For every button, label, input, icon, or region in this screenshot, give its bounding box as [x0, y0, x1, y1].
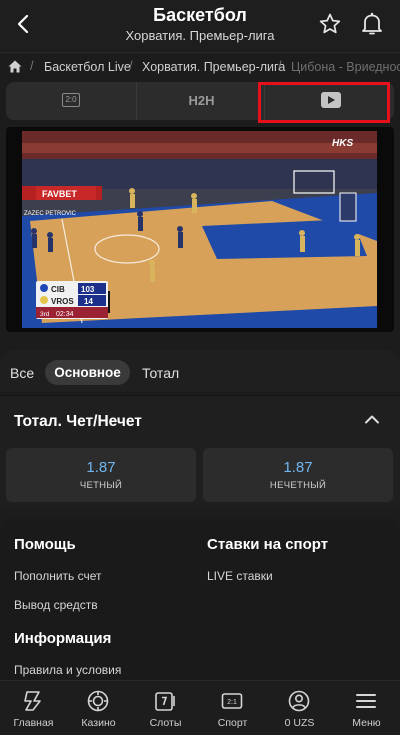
filter-total[interactable]: Тотал	[142, 365, 179, 381]
breadcrumb: / Баскетбол Live / Хорватия. Премьер-лиг…	[0, 52, 400, 80]
nav-casino[interactable]: Казино	[65, 681, 132, 735]
breadcrumb-separator: /	[30, 58, 34, 73]
nav-label: 0 UZS	[284, 717, 315, 729]
period: 3rd	[40, 311, 50, 318]
market-filter: Все Основное Тотал	[0, 350, 400, 392]
scoreboard-icon: 2:0	[62, 93, 80, 107]
breadcrumb-item[interactable]: Хорватия. Премьер-лига	[142, 60, 285, 74]
bet-even-button[interactable]: 1.87 ЧЕТНЫЙ	[6, 448, 196, 502]
account-icon	[288, 690, 310, 712]
favorite-star-icon[interactable]	[318, 12, 342, 36]
casino-chip-icon	[87, 690, 109, 712]
nav-label: Слоты	[149, 717, 182, 729]
bet-odd-value: 1.87	[86, 459, 116, 476]
footer-link-rules[interactable]: Правила и условия	[14, 663, 121, 677]
basketball-court-frame: FAVBET ZAZEC PETROVIC HKS CIB VROS 103 1…	[22, 131, 377, 328]
bet-label: ЧЕТНЫЙ	[79, 480, 123, 491]
footer-link-withdraw[interactable]: Вывод средств	[14, 598, 98, 612]
footer-sports-title: Ставки на спорт	[207, 536, 329, 553]
home-icon	[24, 691, 41, 711]
tab-h2h-label: H2H	[188, 93, 215, 108]
svg-text:2:1: 2:1	[227, 699, 237, 706]
video-scoreboard: CIB VROS 103 14 3rd 02:34	[36, 281, 108, 319]
header: Баскетбол Хорватия. Премьер-лига	[0, 0, 400, 50]
ad-banner-text: FAVBET	[42, 189, 77, 199]
game-clock: 02:34	[56, 311, 74, 318]
market-title: Тотал. Чет/Нечет	[14, 413, 142, 430]
video-player[interactable]: FAVBET ZAZEC PETROVIC HKS CIB VROS 103 1…	[6, 127, 394, 332]
nav-label: Спорт	[217, 717, 248, 729]
nav-label: Казино	[81, 717, 116, 729]
tab-scoreboard[interactable]: 2:0	[6, 82, 136, 120]
footer-help-title: Помощь	[14, 536, 76, 553]
chevron-up-icon[interactable]	[364, 414, 380, 424]
sport-icon: 2:1	[221, 693, 243, 709]
broadcast-watermark: HKS	[332, 138, 353, 149]
court-text: ZAZEC PETROVIC	[24, 211, 77, 217]
nav-slots[interactable]: Слоты	[132, 681, 199, 735]
bet-odd-value: 1.87	[283, 459, 313, 476]
team1-score: 103	[81, 285, 95, 294]
bet-label: НЕЧЕТНЫЙ	[269, 480, 327, 491]
nav-label: Главная	[13, 717, 54, 729]
nav-account[interactable]: 0 UZS	[266, 681, 333, 735]
bottom-navigation: Главная Казино Слоты 2:1 Спорт 0 UZS Мен…	[0, 680, 400, 735]
filter-main-active[interactable]: Основное	[45, 360, 130, 385]
tab-h2h[interactable]: H2H	[136, 82, 265, 120]
menu-icon	[356, 694, 376, 708]
team2-score: 14	[84, 297, 93, 306]
nav-home[interactable]: Главная	[0, 681, 67, 735]
footer-link-deposit[interactable]: Пополнить счет	[14, 569, 102, 583]
market-bets: 1.87 ЧЕТНЫЙ 1.87 НЕЧЕТНЫЙ	[0, 441, 400, 509]
team1-name: CIB	[51, 285, 65, 294]
nav-label: Меню	[352, 717, 381, 729]
notification-bell-icon[interactable]	[360, 11, 384, 37]
highlight-box	[258, 82, 390, 123]
breadcrumb-separator: /	[129, 58, 133, 73]
footer: Помощь Пополнить счет Вывод средств Став…	[0, 518, 400, 693]
footer-link-live[interactable]: LIVE ставки	[207, 569, 273, 583]
breadcrumb-item[interactable]: Баскетбол Live	[44, 60, 131, 74]
bet-odd-button[interactable]: 1.87 НЕЧЕТНЫЙ	[203, 448, 393, 502]
market-header[interactable]: Тотал. Чет/Нечет	[0, 395, 400, 441]
slots-icon	[155, 692, 175, 711]
footer-info-title: Информация	[14, 630, 112, 647]
nav-menu[interactable]: Меню	[333, 681, 400, 735]
home-icon[interactable]	[8, 60, 22, 73]
team2-name: VROS	[51, 297, 74, 306]
filter-all[interactable]: Все	[10, 365, 34, 381]
breadcrumb-item-current: Цибона - Вриедносни	[291, 60, 400, 74]
nav-sport[interactable]: 2:1 Спорт	[199, 681, 266, 735]
breadcrumb-separator: /	[278, 58, 282, 73]
